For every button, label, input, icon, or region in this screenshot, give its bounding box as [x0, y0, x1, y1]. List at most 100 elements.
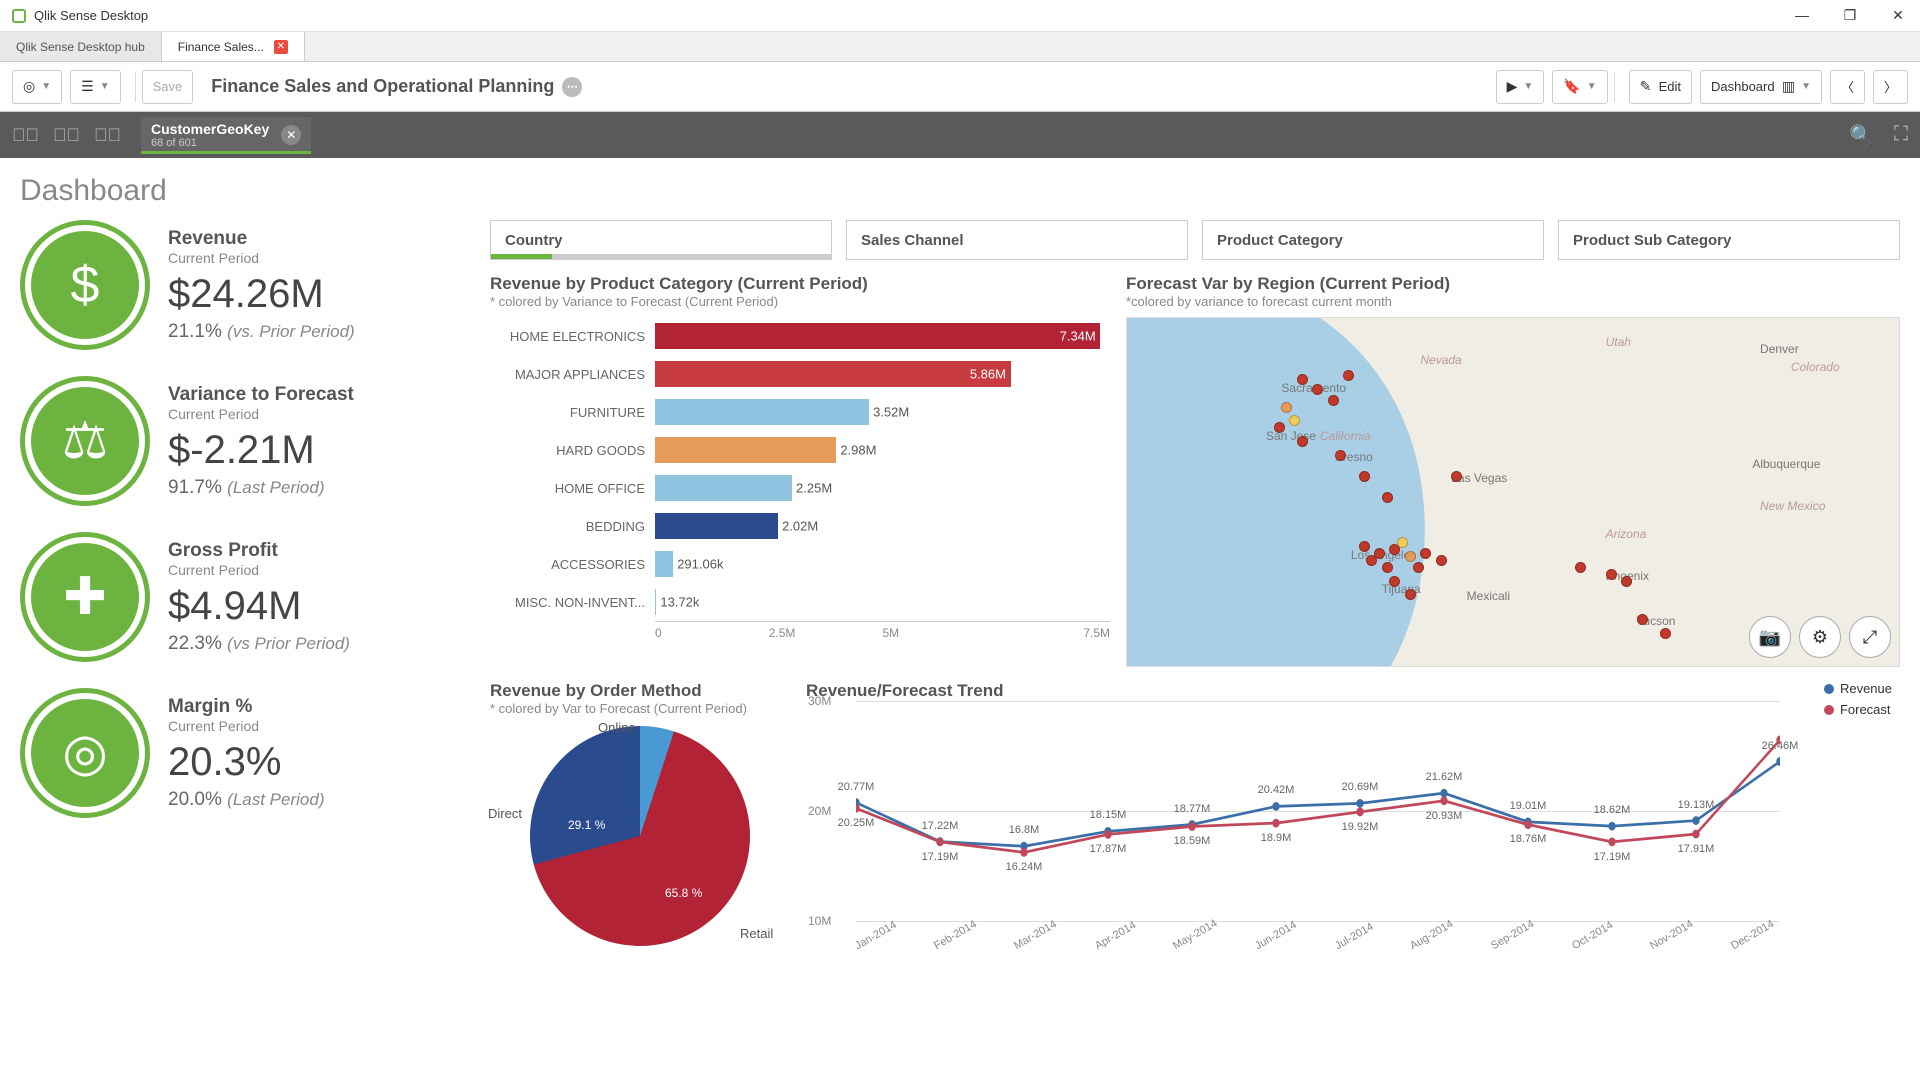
map-title: Forecast Var by Region (Current Period) — [1126, 274, 1900, 294]
pencil-icon: ✎ — [1640, 78, 1652, 95]
pie-subtitle: * colored by Var to Forecast (Current Pe… — [490, 701, 790, 716]
bar-row[interactable]: MISC. NON-INVENT... 13.72k — [490, 583, 1110, 621]
compass-icon: ◎ — [23, 78, 35, 95]
list-icon: ☰ — [81, 78, 94, 95]
selection-count: 68 of 601 — [151, 137, 269, 149]
title-bar: Qlik Sense Desktop — ❐ ✕ — [0, 0, 1920, 32]
kpi-name: Gross Profit — [168, 540, 350, 562]
bar-row[interactable]: HARD GOODS 2.98M — [490, 431, 1110, 469]
kpi-1[interactable]: ⚖ Variance to Forecast Current Period $-… — [20, 376, 470, 506]
bar-row[interactable]: FURNITURE 3.52M — [490, 393, 1110, 431]
minimize-button[interactable]: — — [1792, 7, 1812, 24]
map-ocean — [1126, 317, 1475, 667]
sheet-title: Finance Sales and Operational Planning⋯ — [211, 76, 582, 97]
maximize-button[interactable]: ❐ — [1840, 7, 1860, 24]
save-button[interactable]: Save — [142, 70, 194, 104]
page: Dashboard $ Revenue Current Period $24.2… — [0, 158, 1920, 972]
bar-row[interactable]: MAJOR APPLIANCES 5.86M — [490, 355, 1110, 393]
close-button[interactable]: ✕ — [1888, 7, 1908, 24]
selections-tool-button[interactable]: ⛶ — [1894, 123, 1908, 148]
kpi-icon: ⚖ — [20, 376, 150, 506]
step-back-button[interactable]: ↶⃞ — [12, 125, 39, 146]
map-panel: Forecast Var by Region (Current Period) … — [1126, 274, 1900, 667]
kpi-sub: Current Period — [168, 250, 355, 266]
map-subtitle: *colored by variance to forecast current… — [1126, 294, 1900, 309]
kpi-change: 20.0% (Last Period) — [168, 789, 324, 811]
bar-value: 5.86M — [970, 367, 1006, 382]
map[interactable]: Utah Nevada California Colorado Arizona … — [1126, 317, 1900, 667]
kpi-value: $24.26M — [168, 272, 355, 317]
bar-label: MAJOR APPLIANCES — [490, 367, 655, 382]
kpi-name: Margin % — [168, 696, 324, 718]
next-sheet-button[interactable]: 〉 — [1873, 70, 1908, 104]
filter-country[interactable]: Country — [490, 220, 832, 260]
kpi-3[interactable]: ◎ Margin % Current Period 20.3% 20.0% (L… — [20, 688, 470, 818]
filter-product sub category[interactable]: Product Sub Category — [1558, 220, 1900, 260]
filter-row: Country Sales Channel Product Category Prod… — [490, 220, 1900, 260]
selection-field: CustomerGeoKey — [151, 121, 269, 137]
chevron-right-icon: 〉 — [1884, 77, 1897, 96]
bar-row[interactable]: ACCESSORIES 291.06k — [490, 545, 1110, 583]
step-forward-button[interactable]: ↷⃞ — [53, 125, 80, 146]
map-controls: 📷 ⚙ ⤢ — [1749, 616, 1891, 658]
kpi-sub: Current Period — [168, 406, 354, 422]
kpi-2[interactable]: ✚ Gross Profit Current Period $4.94M 22.… — [20, 532, 470, 662]
bar-label: BEDDING — [490, 519, 655, 534]
bar-row[interactable]: HOME OFFICE 2.25M — [490, 469, 1110, 507]
selection-chip[interactable]: CustomerGeoKey 68 of 601 ✕ — [141, 117, 311, 154]
bar-value: 7.34M — [1060, 329, 1096, 344]
tab-close-icon[interactable]: ✕ — [274, 40, 288, 54]
bar-label: HARD GOODS — [490, 443, 655, 458]
toolbar: ◎▼ ☰▼ Save Finance Sales and Operational… — [0, 62, 1920, 112]
kpi-icon: ◎ — [20, 688, 150, 818]
tab-hub[interactable]: Qlik Sense Desktop hub — [0, 32, 162, 61]
bar-label: HOME ELECTRONICS — [490, 329, 655, 344]
bar-value: 2.98M — [840, 443, 876, 458]
pie-title: Revenue by Order Method — [490, 681, 790, 701]
kpi-icon: $ — [20, 220, 150, 350]
bar-chart[interactable]: Revenue by Product Category (Current Per… — [490, 274, 1110, 667]
bar-label: ACCESSORIES — [490, 557, 655, 572]
edit-button[interactable]: ✎ Edit — [1629, 70, 1692, 104]
bar-value: 2.25M — [796, 481, 832, 496]
trend-chart[interactable]: Revenue/Forecast Trend Revenue Forecast … — [806, 681, 1900, 956]
kpi-name: Revenue — [168, 228, 355, 250]
app-title: Qlik Sense Desktop — [34, 8, 148, 23]
selection-clear-icon[interactable]: ✕ — [281, 125, 301, 145]
bar-chart-title: Revenue by Product Category (Current Per… — [490, 274, 1110, 294]
kpi-0[interactable]: $ Revenue Current Period $24.26M 21.1% (… — [20, 220, 470, 350]
kpi-change: 22.3% (vs Prior Period) — [168, 633, 350, 655]
prev-sheet-button[interactable]: 〈 — [1830, 70, 1865, 104]
page-title: Dashboard — [20, 174, 1900, 208]
bar-label: MISC. NON-INVENT... — [490, 595, 655, 610]
bar-value: 3.52M — [873, 405, 909, 420]
pie-chart[interactable]: Revenue by Order Method * colored by Var… — [490, 681, 790, 956]
filter-product category[interactable]: Product Category — [1202, 220, 1544, 260]
bar-value: 291.06k — [677, 557, 723, 572]
trend-legend: Revenue Forecast — [1824, 681, 1892, 723]
map-settings-button[interactable]: ⚙ — [1799, 616, 1841, 658]
bar-value: 2.02M — [782, 519, 818, 534]
bar-value: 13.72k — [660, 595, 699, 610]
sheet-icon: ▥ — [1782, 78, 1795, 95]
kpi-panel: $ Revenue Current Period $24.26M 21.1% (… — [20, 220, 470, 956]
fullscreen-button[interactable]: ⤢ — [1849, 616, 1891, 658]
sheet-selector[interactable]: Dashboard ▥▼ — [1700, 70, 1822, 104]
list-menu-button[interactable]: ☰▼ — [70, 70, 120, 104]
play-icon: ▶ — [1507, 78, 1518, 95]
bar-row[interactable]: BEDDING 2.02M — [490, 507, 1110, 545]
kpi-name: Variance to Forecast — [168, 384, 354, 406]
filter-sales channel[interactable]: Sales Channel — [846, 220, 1188, 260]
status-badge-icon: ⋯ — [562, 77, 582, 97]
tab-finance-sales[interactable]: Finance Sales... ✕ — [162, 32, 305, 61]
search-button[interactable]: 🔍 — [1849, 123, 1874, 148]
snapshot-button[interactable]: 📷 — [1749, 616, 1791, 658]
bar-row[interactable]: HOME ELECTRONICS 7.34M — [490, 317, 1110, 355]
clear-all-button[interactable]: ⌫⃞ — [94, 125, 121, 146]
kpi-value: $4.94M — [168, 584, 350, 629]
chevron-left-icon: 〈 — [1841, 77, 1854, 96]
bookmark-button[interactable]: 🔖▼ — [1552, 70, 1607, 104]
kpi-change: 21.1% (vs. Prior Period) — [168, 321, 355, 343]
nav-menu-button[interactable]: ◎▼ — [12, 70, 62, 104]
story-button[interactable]: ▶▼ — [1496, 70, 1545, 104]
